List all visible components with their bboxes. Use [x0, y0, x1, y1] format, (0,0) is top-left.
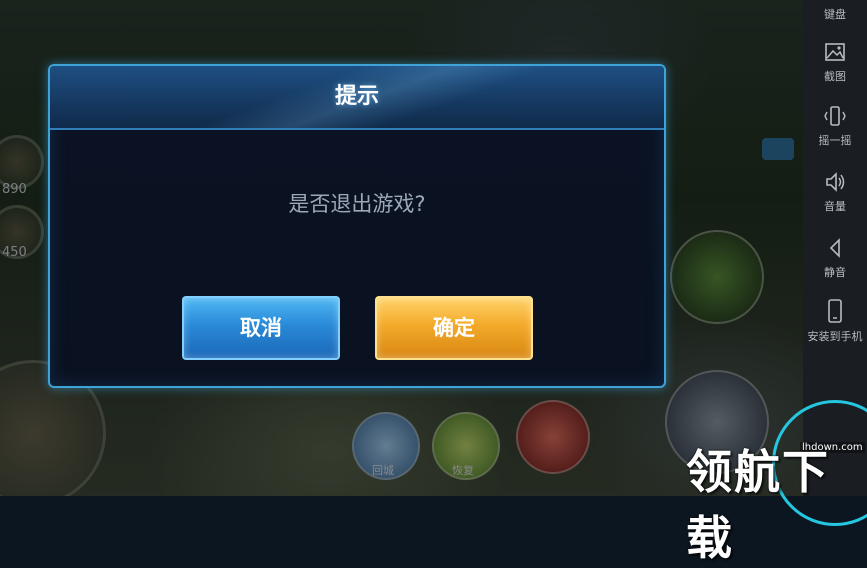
phone-icon	[828, 299, 842, 323]
toolbar-item-volume[interactable]: 音量	[803, 170, 867, 214]
screenshot-icon	[825, 43, 845, 61]
shake-icon	[824, 106, 846, 126]
watermark-text: 领航下载	[686, 445, 830, 565]
toolbar-label-screenshot: 截图	[824, 70, 846, 83]
toolbar-label-keyboard: 键盘	[824, 8, 846, 21]
toolbar-item-shake[interactable]: 摇一摇	[803, 104, 867, 148]
exit-confirm-dialog: 提示 是否退出游戏? 取消 确定	[48, 64, 666, 388]
toolbar-item-screenshot[interactable]: 截图	[803, 40, 867, 84]
toolbar-label-shake: 摇一摇	[818, 134, 852, 147]
confirm-button[interactable]: 确定	[375, 296, 533, 360]
toolbar-label-install-to-phone: 安装到手机	[807, 330, 863, 343]
toolbar-item-keyboard[interactable]: 键盘	[803, 6, 867, 22]
dialog-title: 提示	[334, 84, 379, 109]
toolbar-item-install-to-phone[interactable]: 安装到手机	[803, 298, 867, 344]
dialog-message: 是否退出游戏?	[288, 192, 426, 216]
toolbar-item-mute[interactable]: 静音	[803, 236, 867, 280]
cancel-button[interactable]: 取消	[182, 296, 340, 360]
toolbar-label-mute: 静音	[824, 266, 846, 279]
volume-icon	[826, 172, 845, 192]
mute-icon	[829, 238, 840, 258]
toolbar-label-volume: 音量	[824, 200, 846, 213]
